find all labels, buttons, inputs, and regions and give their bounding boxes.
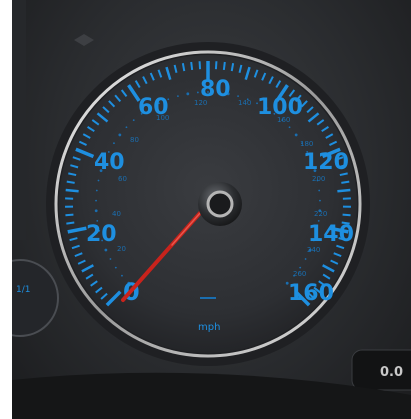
kmh-label-240: 240	[307, 246, 320, 254]
kmh-label-220: 220	[314, 210, 327, 218]
left-gauge	[12, 259, 59, 337]
odometer-reading: 0.0	[380, 365, 403, 380]
kmh-tick	[318, 189, 321, 192]
kmh-tick	[104, 248, 108, 252]
kmh-tick	[95, 199, 97, 202]
kmh-tick	[294, 133, 298, 137]
hub-cap	[206, 190, 234, 218]
kmh-tick	[237, 95, 239, 98]
kmh-tick	[114, 266, 117, 269]
mph-tick	[337, 188, 351, 193]
mph-tick	[342, 213, 351, 217]
kmh-label-20: 20	[117, 245, 126, 253]
kmh-tick	[132, 119, 135, 122]
kmh-tick	[121, 274, 123, 277]
kmh-label-80: 80	[130, 136, 139, 144]
mph-tick	[341, 180, 350, 184]
mph-label-40: 40	[94, 150, 125, 175]
kmh-tick	[304, 258, 307, 260]
mph-tick	[66, 180, 75, 184]
kmh-tick	[109, 258, 112, 260]
left-trim	[12, 0, 26, 240]
kmh-tick	[319, 199, 321, 202]
mph-tick	[65, 188, 79, 193]
kmh-tick	[196, 91, 199, 94]
mph-tick	[66, 221, 75, 225]
mph-tick	[222, 61, 226, 71]
kmh-tick	[118, 133, 122, 137]
mph-tick	[65, 213, 74, 217]
mph-tick	[190, 61, 194, 71]
kmh-tick	[97, 179, 100, 182]
instrument-cluster: 1/1 0.0 0 20 40 60 80 100 120 140 160 20	[12, 0, 411, 419]
dash-bottom-trim	[12, 372, 411, 419]
kmh-tick	[299, 266, 302, 269]
kmh-tick	[113, 142, 115, 145]
kmh-label-120: 120	[194, 99, 207, 107]
mph-label-20: 20	[86, 222, 117, 247]
mph-label-140: 140	[308, 222, 354, 247]
mph-label-160: 160	[288, 281, 334, 306]
unit-divider	[200, 297, 216, 299]
arrow-indicator-icon	[74, 34, 94, 46]
kmh-label-160: 160	[277, 116, 290, 124]
kmh-tick	[94, 209, 98, 213]
left-gauge-mark: 1/1	[16, 285, 30, 295]
kmh-tick	[288, 126, 291, 129]
kmh-label-100: 100	[156, 114, 169, 122]
mph-label-120: 120	[303, 150, 349, 175]
mph-tick	[230, 63, 235, 72]
kmh-tick	[95, 189, 98, 192]
kmh-label-180: 180	[300, 140, 313, 148]
kmh-tick	[125, 126, 128, 129]
mph-tick	[181, 63, 186, 72]
kmh-tick	[186, 92, 190, 96]
kmh-label-260: 260	[293, 270, 306, 278]
unit-label: mph	[198, 322, 220, 333]
dashboard-photo: 1/1 0.0 0 20 40 60 80 100 120 140 160 20	[12, 0, 411, 419]
kmh-label-140: 140	[238, 99, 251, 107]
kmh-tick	[177, 95, 179, 98]
kmh-label-40: 40	[112, 210, 121, 218]
kmh-label-60: 60	[118, 175, 127, 183]
kmh-label-200: 200	[312, 175, 325, 183]
